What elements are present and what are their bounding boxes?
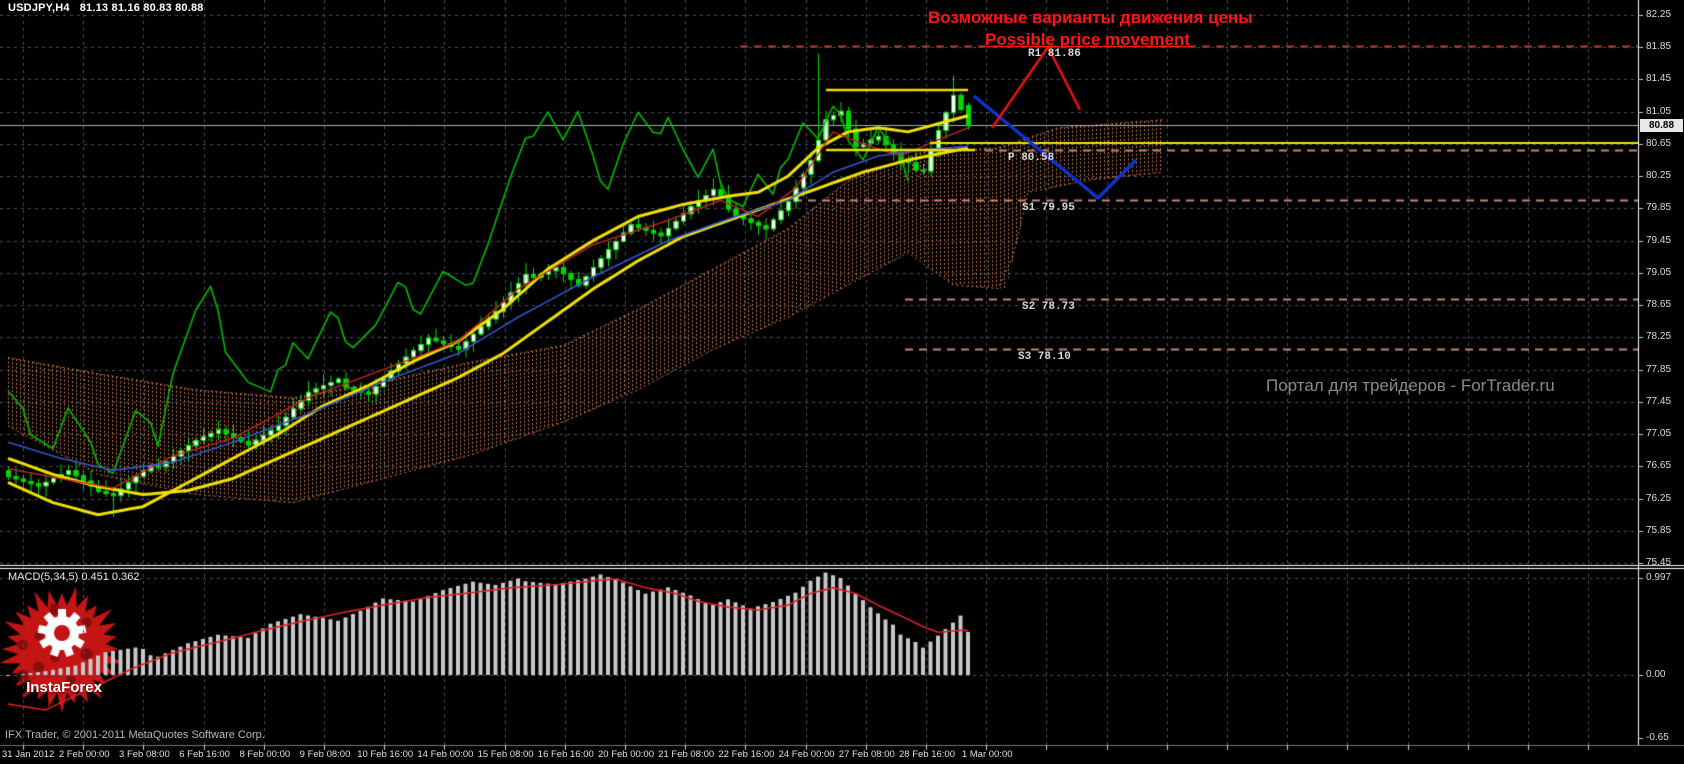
time-axis-label: 2 Feb 00:00 [58, 749, 110, 760]
time-axis-label: 14 Feb 00:00 [417, 749, 474, 760]
macd-indicator-label: MACD(5,34,5) 0.451 0.362 [8, 571, 140, 583]
price-axis-label: 77.85 [1646, 363, 1672, 375]
current-price-box: 80.88 [1640, 119, 1683, 132]
watermark: Портал для трейдеров - ForTrader.ru [1266, 376, 1555, 395]
time-axis-label: 21 Feb 08:00 [658, 749, 715, 760]
macd-axis-label: -0.65 [1646, 732, 1669, 744]
macd-axis-label: 0.00 [1646, 669, 1666, 680]
price-axis-label: 79.45 [1646, 234, 1672, 246]
time-axis-label: 6 Feb 16:00 [179, 749, 230, 760]
price-axis-label: 77.05 [1646, 428, 1672, 440]
instaforex-logo-text: InstaForex [26, 679, 102, 696]
time-axis-label: 1 Mar 00:00 [961, 749, 1013, 760]
price-axis-label: 78.25 [1646, 331, 1672, 343]
pivot-level-label: S1 79.95 [1022, 202, 1075, 215]
time-axis-label: 8 Feb 00:00 [239, 749, 291, 760]
annotation-text-en: Possible price movement [985, 30, 1191, 49]
pivot-level-label: S2 78.73 [1022, 300, 1075, 313]
price-axis-label: 75.45 [1646, 557, 1672, 569]
price-axis-label: 78.65 [1646, 299, 1672, 311]
time-axis-label: 10 Feb 16:00 [357, 749, 414, 760]
time-axis-label: 31 Jan 2012 [2, 749, 55, 760]
time-axis-label: 16 Feb 16:00 [537, 749, 594, 760]
pivot-level-label: R1 81.86 [1028, 48, 1081, 61]
price-axis-label: 76.65 [1646, 460, 1672, 472]
pivot-level-label: P 80.58 [1008, 151, 1055, 164]
price-axis-label: 76.25 [1646, 492, 1672, 504]
time-axis-label: 15 Feb 08:00 [477, 749, 534, 760]
mt4-chart-window: USDJPY,H4 81.13 81.16 80.83 80.88 Возможн… [0, 0, 1684, 764]
pivot-level-label: S3 78.10 [1018, 351, 1071, 364]
time-axis-label: 3 Feb 08:00 [119, 749, 170, 760]
price-axis-label: 80.65 [1646, 137, 1672, 149]
ohlc-values: 81.13 81.16 80.83 80.88 [79, 2, 204, 14]
price-axis-label: 81.05 [1646, 105, 1672, 117]
price-axis-label: 81.45 [1646, 73, 1672, 85]
time-axis-label: 27 Feb 08:00 [838, 749, 895, 760]
price-axis-label: 82.25 [1646, 9, 1672, 20]
time-axis-label: 28 Feb 16:00 [899, 749, 955, 760]
chart-title: USDJPY,H4 81.13 81.16 80.83 80.88 [8, 2, 214, 14]
price-axis-label: 79.05 [1646, 266, 1672, 278]
price-axis-label: 75.85 [1646, 524, 1672, 536]
time-axis-label: 20 Feb 00:00 [598, 749, 654, 760]
copyright-text: IFX Trader, © 2001-2011 MetaQuotes Softw… [5, 729, 265, 741]
price-axis-label: 81.85 [1646, 41, 1672, 53]
time-axis-label: 22 Feb 16:00 [718, 749, 775, 760]
price-axis-label: 80.25 [1646, 170, 1672, 182]
price-axis-label: 79.85 [1646, 202, 1672, 214]
price-axis-label: 77.45 [1646, 395, 1672, 407]
annotation-text-ru: Возможные варианты движения цены [928, 8, 1253, 27]
macd-axis-label: 0.997 [1646, 572, 1672, 584]
time-axis-label: 24 Feb 00:00 [778, 749, 835, 760]
time-axis-label: 9 Feb 08:00 [299, 749, 351, 760]
symbol-period-label: USDJPY,H4 [8, 2, 70, 14]
